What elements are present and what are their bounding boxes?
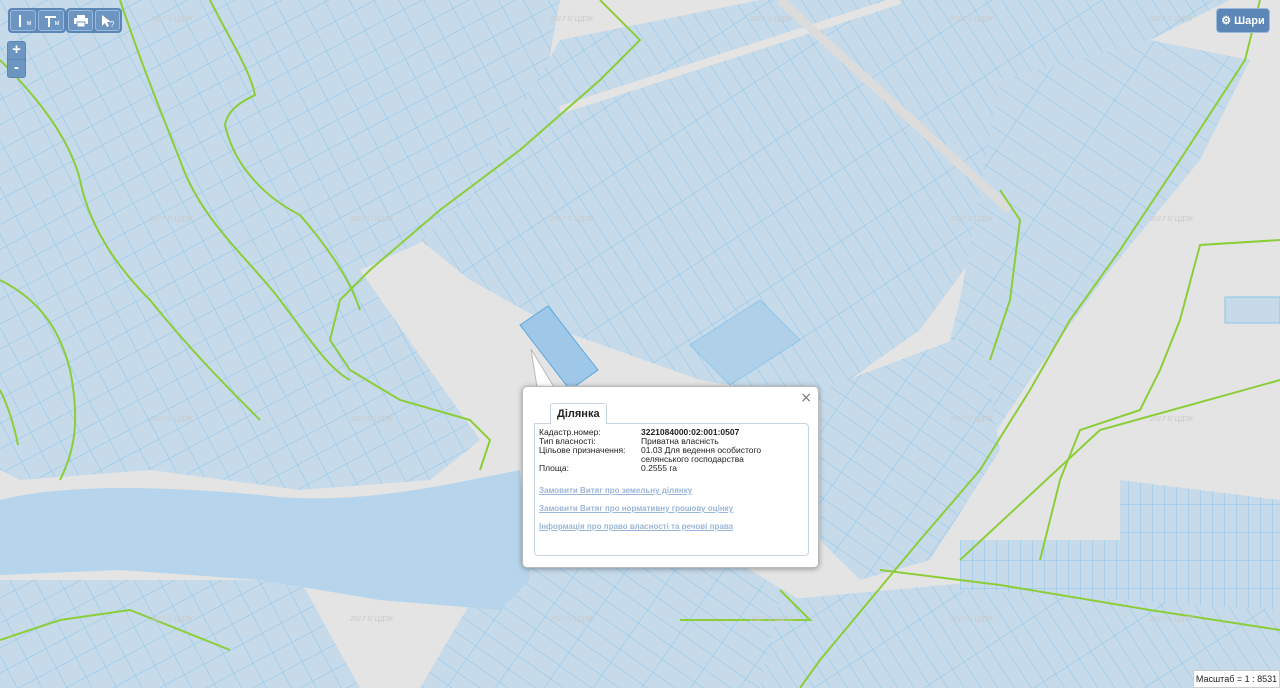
printer-icon bbox=[73, 14, 88, 27]
watermark: 2017 © ЦДЗК bbox=[150, 216, 194, 223]
tab-parcel[interactable]: Ділянка bbox=[550, 403, 607, 424]
parcel-area: 0.2555 га bbox=[641, 463, 678, 473]
watermark: 2017 © ЦДЗК bbox=[550, 616, 594, 623]
watermark: 2017 © ЦДЗК bbox=[150, 16, 194, 23]
watermark: 2017 © ЦДЗК bbox=[1150, 16, 1194, 23]
watermark: 2017 © ЦДЗК bbox=[950, 16, 994, 23]
watermark: 2017 © ЦДЗК bbox=[350, 616, 394, 623]
popup-pointer bbox=[530, 348, 556, 390]
watermark: 2017 © ЦДЗК bbox=[950, 216, 994, 223]
info-row-purpose: Цільове призначення: 01.03 Для ведення о… bbox=[539, 446, 804, 464]
watermark: 2017 © ЦДЗК bbox=[750, 616, 794, 623]
svg-text:?: ? bbox=[110, 20, 115, 28]
order-valuation-link[interactable]: Замовити Витяг про нормативну грошову оц… bbox=[539, 504, 804, 513]
parcel-info-popup: × Ділянка Кадастр.номер: 3221084000:02:0… bbox=[522, 386, 819, 568]
watermark: 2017 © ЦДЗК bbox=[150, 416, 194, 423]
watermark: 2017 © ЦДЗК bbox=[150, 616, 194, 623]
print-button[interactable] bbox=[68, 10, 93, 31]
watermark: 2017 © ЦДЗК bbox=[550, 16, 594, 23]
layers-button-label: Шари bbox=[1234, 14, 1265, 27]
gear-icon: ⚙ bbox=[1221, 15, 1232, 27]
measure-length-button[interactable]: м bbox=[10, 10, 36, 31]
zoom-out-button[interactable]: - bbox=[8, 60, 25, 77]
measure-area-unit: м bbox=[54, 20, 60, 27]
info-label: Площа: bbox=[539, 463, 569, 473]
zoom-in-button[interactable]: + bbox=[8, 42, 25, 59]
watermark: 2017 © ЦДЗК bbox=[350, 416, 394, 423]
watermark: 2017 © ЦДЗК bbox=[750, 16, 794, 23]
cadastral-map[interactable]: 2017 © ЦДЗК 2017 © ЦДЗК 2017 © ЦДЗК 2017… bbox=[0, 0, 1280, 688]
watermark: 2017 © ЦДЗК bbox=[1150, 216, 1194, 223]
watermark: 2017 © ЦДЗК bbox=[550, 216, 594, 223]
watermark: 2017 © ЦДЗК bbox=[350, 216, 394, 223]
order-extract-link[interactable]: Замовити Витяг про земельну ділянку bbox=[539, 486, 804, 495]
watermark: 2017 © ЦДЗК bbox=[950, 416, 994, 423]
map-scale: Масштаб = 1 : 8531 bbox=[1193, 670, 1280, 688]
land-purpose: 01.03 Для ведення особистого селянського… bbox=[641, 445, 762, 464]
close-icon[interactable]: × bbox=[800, 391, 812, 405]
measure-toolbar: м м bbox=[8, 8, 66, 33]
layers-button[interactable]: ⚙ Шари bbox=[1216, 8, 1270, 33]
zoom-control: + - bbox=[7, 41, 26, 78]
tools-toolbar: ? bbox=[66, 8, 122, 33]
watermark: 2017 © ЦДЗК bbox=[1150, 616, 1194, 623]
parcel-info-panel: Кадастр.номер: 3221084000:02:001:0507 Ти… bbox=[534, 423, 809, 556]
watermark: 2017 © ЦДЗК bbox=[1150, 416, 1194, 423]
measure-area-button[interactable]: м bbox=[38, 10, 64, 31]
watermark: 2017 © ЦДЗК bbox=[950, 616, 994, 623]
identify-button[interactable]: ? bbox=[95, 10, 120, 31]
cursor-question-icon: ? bbox=[101, 14, 115, 28]
measure-length-unit: м bbox=[26, 20, 32, 27]
ownership-info-link[interactable]: Інформація про право власності та речові… bbox=[539, 522, 804, 531]
info-row-area: Площа: 0.2555 га bbox=[539, 464, 804, 473]
map-layer bbox=[0, 0, 1280, 688]
